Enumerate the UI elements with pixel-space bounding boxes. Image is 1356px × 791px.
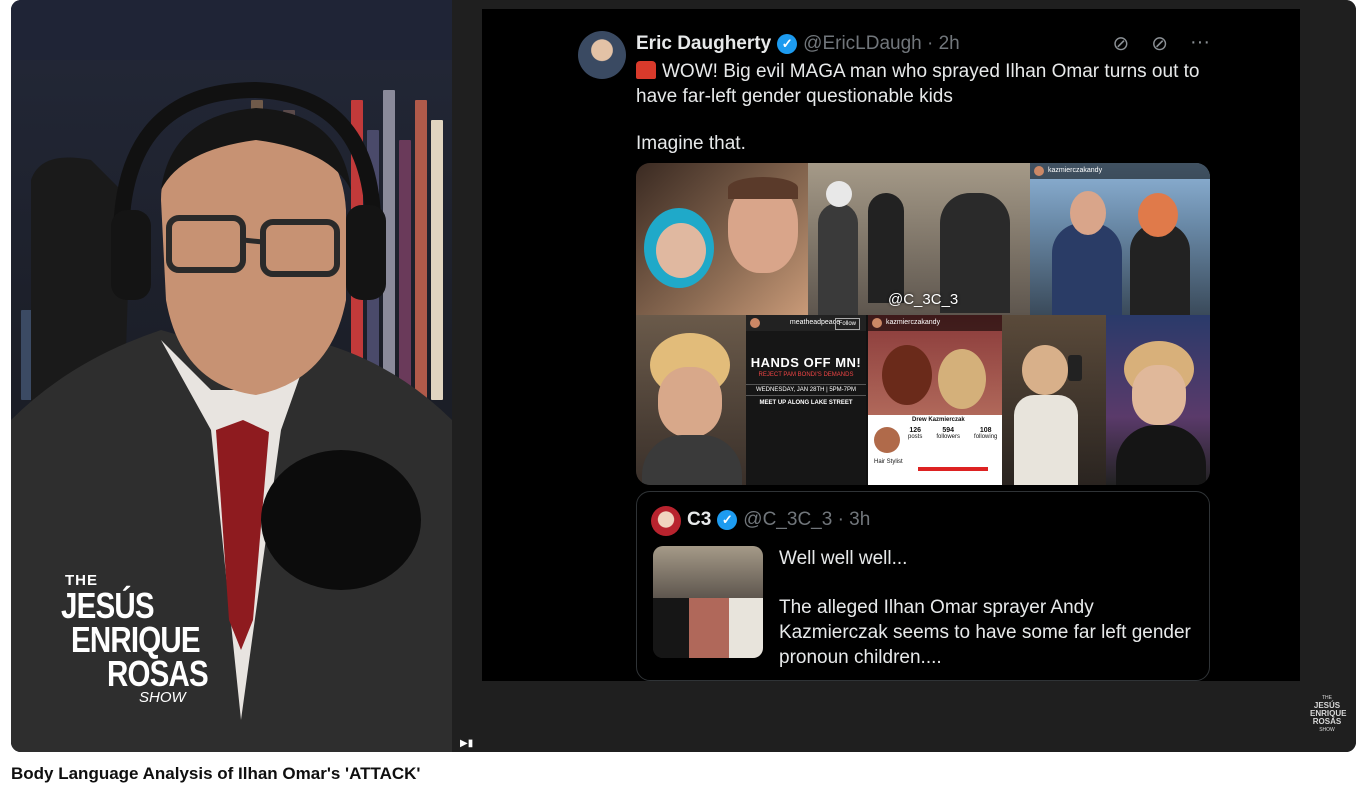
- ig-handle-2: kazmierczakandy: [886, 319, 941, 326]
- quote-header: C3 ✓ @C_3C_3 · 3h: [687, 509, 870, 531]
- stat-following-label: following: [974, 434, 998, 440]
- quote-author-name[interactable]: C3: [687, 509, 711, 531]
- profile-name: Drew Kazmierczak: [912, 417, 965, 423]
- stat-posts-label: posts: [908, 434, 923, 440]
- verified-icon: ✓: [777, 34, 798, 54]
- quote-line-1: Well well well...: [779, 548, 908, 569]
- author-handle-time[interactable]: @EricLDaugh · 2h: [803, 33, 960, 55]
- video-player[interactable]: THE JESÚS ENRIQUE ROSAS SHOW Eric Daughe…: [11, 0, 1356, 752]
- photo-stadium: kazmierczakandy: [868, 315, 1002, 415]
- tweet-text-2: Imagine that.: [636, 133, 746, 154]
- logo-line1: JESÚS: [61, 585, 155, 626]
- ig-header-2: kazmierczakandy: [868, 315, 1002, 331]
- webcam-panel: THE JESÚS ENRIQUE ROSAS SHOW: [11, 0, 452, 752]
- tweet-text-1: WOW! Big evil MAGA man who sprayed Ilhan…: [636, 61, 1200, 107]
- photo-mirror-selfie: [1002, 315, 1106, 485]
- quote-handle-time[interactable]: @C_3C_3 · 3h: [743, 509, 870, 531]
- ig-handle-1: kazmierczakandy: [1048, 167, 1103, 174]
- video-title[interactable]: Body Language Analysis of Ilhan Omar's '…: [11, 764, 420, 784]
- flyer-title: HANDS OFF MN!: [750, 355, 862, 370]
- tweet-body: WOW! Big evil MAGA man who sprayed Ilhan…: [636, 59, 1236, 156]
- ig-profile-card: Drew Kazmierczak 126 posts 594 followers 1…: [868, 415, 1002, 485]
- siren-icon: [636, 61, 656, 79]
- play-icon[interactable]: ▶▮: [460, 738, 473, 749]
- show-logo: THE JESÚS ENRIQUE ROSAS SHOW: [59, 572, 219, 706]
- tweet-actions: ⊘ ⊘ ···: [1112, 31, 1210, 56]
- screen-share: Eric Daugherty ✓ @EricLDaugh · 2h ⊘ ⊘ ··…: [452, 0, 1356, 752]
- ig-handle-3: meatheadpeace: [789, 319, 841, 326]
- tweet-header: Eric Daugherty ✓ @EricLDaugh · 2h: [636, 31, 960, 57]
- photo-curly-hair-1: [636, 315, 746, 485]
- wm-line3: ROSAS: [1312, 717, 1342, 726]
- quote-verified-icon: ✓: [717, 510, 738, 530]
- wm-show: SHOW: [1319, 727, 1335, 733]
- flyer-meet: MEET UP ALONG LAKE STREET: [759, 400, 853, 406]
- quoted-tweet[interactable]: C3 ✓ @C_3C_3 · 3h Well well well... The …: [636, 491, 1210, 681]
- tweet-line-1: WOW! Big evil MAGA man who sprayed Ilhan…: [636, 59, 1236, 109]
- grok-icon[interactable]: ⊘: [1151, 31, 1168, 56]
- profile-stats: 126 posts 594 followers 108 following: [908, 427, 997, 440]
- photo-curly-hair-2: [1106, 315, 1210, 485]
- logo-line3: ROSAS: [107, 653, 209, 694]
- author-name[interactable]: Eric Daugherty: [636, 33, 771, 55]
- stat-following-value: 108: [979, 427, 992, 434]
- channel-watermark: THE JESÚS ENRIQUE ROSAS SHOW: [1310, 694, 1346, 734]
- tweet-card: Eric Daugherty ✓ @EricLDaugh · 2h ⊘ ⊘ ··…: [482, 9, 1300, 681]
- stat-followers-value: 594: [942, 427, 955, 434]
- redaction-mark: [918, 467, 988, 471]
- photo-selfie: [636, 163, 808, 315]
- quote-body: Well well well... The alleged Ilhan Omar…: [779, 546, 1199, 670]
- media-watermark: @C_3C_3: [888, 291, 959, 308]
- ig-header-3: meatheadpeace Follow: [746, 315, 866, 331]
- profile-bio: Hair Stylist: [874, 459, 903, 465]
- block-icon[interactable]: ⊘: [1112, 31, 1129, 56]
- quote-line-2: The alleged Ilhan Omar sprayer Andy Kazm…: [779, 597, 1191, 668]
- author-avatar[interactable]: [578, 31, 626, 79]
- stat-posts-value: 126: [909, 427, 922, 434]
- quote-media-thumbnail[interactable]: [653, 546, 763, 658]
- tweet-media[interactable]: @C_3C_3 kazmierczakandy meatheadpeace Fol: [636, 163, 1210, 485]
- quote-author-avatar[interactable]: [651, 506, 681, 536]
- ig-header-1: kazmierczakandy: [1030, 163, 1210, 179]
- flyer-subtitle: REJECT PAM BONDI'S DEMANDS: [758, 372, 854, 378]
- photo-courtroom: @C_3C_3: [808, 163, 1030, 315]
- logo-line2: ENRIQUE: [71, 619, 201, 660]
- flyer-date: WEDNESDAY, JAN 28TH | 5PM-7PM: [746, 384, 866, 396]
- stat-followers-label: followers: [936, 434, 961, 440]
- follow-button: Follow: [834, 318, 860, 330]
- more-icon[interactable]: ···: [1190, 31, 1210, 56]
- protest-flyer: meatheadpeace Follow HANDS OFF MN! REJECT…: [746, 315, 866, 485]
- photo-father-child: kazmierczakandy: [1030, 163, 1210, 315]
